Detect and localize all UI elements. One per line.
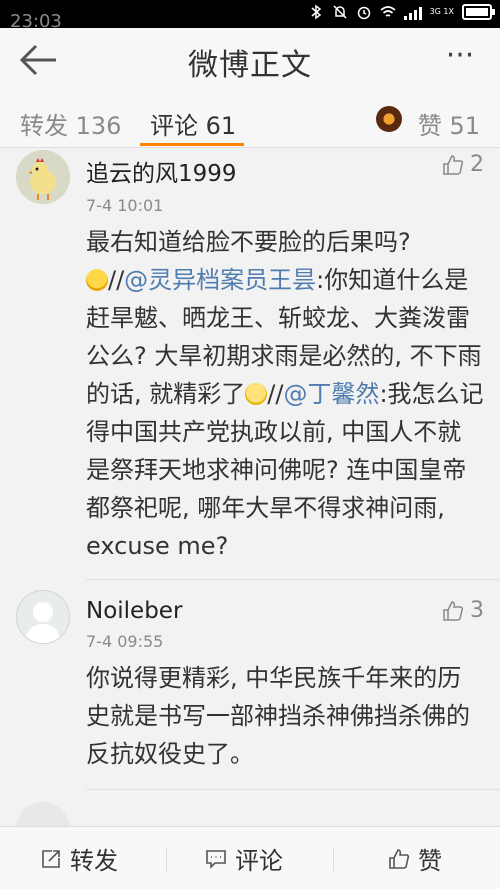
comment-text-segment: // — [267, 380, 284, 408]
comment-like-button[interactable]: 3 — [442, 598, 484, 623]
comment-text-segment: 最右知道给脸不要脸的后果吗? — [86, 228, 411, 256]
page-title: 微博正文 — [188, 48, 312, 83]
comment-button[interactable]: 评论 — [205, 841, 283, 876]
comment-username[interactable]: 追云的风1999 — [86, 154, 484, 188]
comment-text: 你说得更精彩, 中华民族千年来的历史就是书写一部神挡杀神佛挡杀佛的反抗奴役史了。 — [86, 664, 470, 768]
comment-like-count: 2 — [470, 152, 484, 177]
comment-label: 评论 — [235, 847, 283, 875]
bottom-divider — [333, 847, 334, 871]
repost-label: 转发 — [70, 847, 118, 875]
chicken-avatar-icon — [16, 150, 70, 204]
default-user-avatar-icon — [17, 591, 69, 643]
tab-comments[interactable]: 评论 61 — [150, 106, 236, 141]
comment-text-segment: // — [108, 266, 125, 294]
comment-item-partial — [0, 790, 500, 826]
mention-link[interactable]: @丁馨然 — [283, 380, 379, 408]
thumbs-up-icon — [389, 848, 410, 869]
mute-icon — [333, 5, 347, 19]
status-icons: 3G 1X — [308, 4, 495, 20]
comment-time: 7-4 10:01 — [86, 196, 164, 215]
alarm-icon — [357, 6, 370, 20]
bluetooth-icon — [311, 4, 321, 20]
comment-like-count: 3 — [470, 598, 484, 623]
navigation-bar: 微博正文 ··· — [0, 28, 500, 92]
repost-icon — [42, 849, 60, 868]
tab-reposts[interactable]: 转发 136 — [20, 106, 121, 141]
comment-item: Noileber 3 7-4 09:55 你说得更精彩, 中华民族千年来的历史就… — [0, 580, 500, 789]
status-bar: 23:03 3G 1X — [0, 0, 500, 32]
comment-time: 7-4 09:55 — [86, 632, 164, 651]
comment-like-button[interactable]: 2 — [442, 152, 484, 177]
laughing-emoji-icon — [86, 269, 108, 291]
like-button[interactable]: 赞 — [388, 841, 442, 876]
signal-icon — [403, 4, 422, 20]
avatar[interactable] — [16, 150, 70, 204]
comment-list[interactable]: 追云的风1999 2 7-4 10:01 最右知道给脸不要脸的后果吗?//@灵异… — [0, 148, 500, 826]
battery-icon — [462, 4, 495, 20]
smile-emoji-icon — [245, 383, 268, 405]
comment-text: 最右知道给脸不要脸的后果吗?//@灵异档案员王昙:你知道什么是赶旱魃、晒龙王、斩… — [86, 223, 484, 565]
like-label: 赞 — [418, 847, 442, 875]
comment-item: 追云的风1999 2 7-4 10:01 最右知道给脸不要脸的后果吗?//@灵异… — [0, 148, 500, 579]
network-type: 3G 1X — [429, 7, 454, 16]
avatar[interactable] — [16, 590, 70, 644]
repost-button[interactable]: 转发 — [40, 841, 118, 876]
avatar[interactable] — [16, 802, 70, 826]
comment-username[interactable]: Noileber — [86, 598, 484, 624]
bottom-divider — [166, 847, 167, 871]
bottom-action-bar: 转发 评论 赞 — [0, 826, 500, 889]
thumbs-up-icon — [443, 600, 464, 621]
mention-link[interactable]: @灵异档案员王昙 — [124, 266, 316, 294]
tab-bar: 转发 136 评论 61 赞 51 — [0, 92, 500, 148]
tab-likes[interactable]: 赞 51 — [418, 106, 480, 141]
thumbs-up-icon — [443, 154, 464, 175]
wifi-icon — [380, 6, 396, 17]
active-tab-indicator — [140, 143, 244, 146]
liker-avatar[interactable] — [376, 106, 402, 132]
comment-icon — [206, 849, 226, 869]
more-options-icon[interactable]: ··· — [440, 40, 480, 80]
